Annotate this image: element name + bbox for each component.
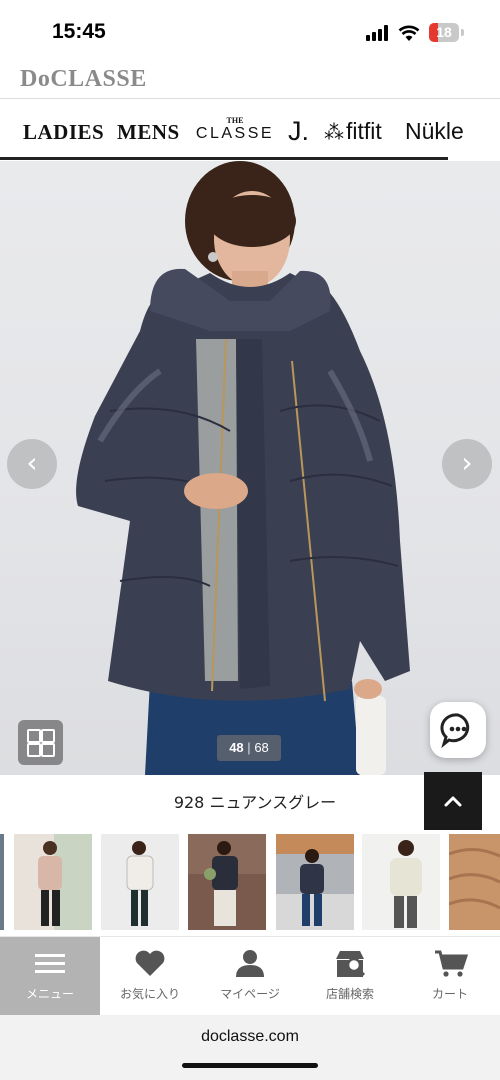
tab-store-search[interactable]: 店舗検索 [300,937,400,1015]
color-thumbnail[interactable] [0,834,4,930]
product-image-gallery[interactable]: ‹ › 48 | 68 [0,161,500,775]
tab-menu-label: メニュー [25,987,74,1001]
color-thumbnail[interactable] [362,834,440,930]
grid-view-button[interactable] [18,720,63,765]
scroll-to-top-button[interactable] [424,772,482,830]
brand-nav: LADIES MENS THE CLASSE J. ⁂fitfit Nükle [0,110,500,156]
brand-link-ladies[interactable]: LADIES [23,120,104,145]
gallery-prev-button[interactable]: ‹ [7,439,57,489]
tab-mypage-label: マイページ [220,987,280,1001]
product-photo [76,161,410,775]
brand-fitfit-label: fitfit [346,118,382,144]
person-icon [236,950,264,977]
color-thumbnail[interactable] [188,834,266,930]
color-thumbnail[interactable] [276,834,354,930]
image-counter-current: 48 [229,740,244,755]
image-counter: 48 | 68 [217,735,281,761]
heart-icon [135,950,165,976]
cart-icon [435,950,469,977]
battery-level: 18 [436,24,452,40]
brand-link-fitfit[interactable]: ⁂fitfit [324,118,382,145]
tab-favorites[interactable]: お気に入り [100,937,200,1015]
chevron-up-icon [444,796,462,807]
battery-icon: 18 [429,23,459,42]
tab-menu[interactable]: メニュー [0,937,100,1015]
chat-bubble-icon [440,713,470,749]
image-counter-separator: | [247,740,251,755]
color-thumbnail[interactable] [101,834,179,930]
tab-cart[interactable]: カート [400,937,500,1015]
header-divider [0,98,500,99]
runner-figure-icon: ⁂ [324,122,344,144]
tab-cart-label: カート [431,987,468,1001]
brand-nav-underline [0,157,448,160]
browser-url-bar[interactable]: doclasse.com [0,1015,500,1080]
chat-button[interactable] [430,702,486,758]
status-bar: 15:45 18 [0,0,500,62]
brand-link-the-classe[interactable]: THE CLASSE [194,116,276,143]
home-indicator[interactable] [182,1063,318,1068]
store-search-icon [336,951,366,977]
tab-store-search-label: 店舗検索 [325,987,374,1001]
image-counter-total: 68 [254,740,269,755]
bottom-tab-bar: メニュー お気に入り マイページ 店舗検索 カート [0,936,500,1015]
brand-link-mens[interactable]: MENS [117,120,180,145]
brand-the-label: THE [226,116,244,125]
brand-link-nukle[interactable]: Nükle [405,118,464,145]
color-thumbnail[interactable] [449,834,500,930]
site-logo[interactable]: DoCLASSE [20,66,147,93]
url-text: doclasse.com [201,1028,299,1045]
status-time: 15:45 [52,20,106,43]
tab-mypage[interactable]: マイページ [200,937,300,1015]
wifi-icon [398,25,420,41]
signal-icon [366,25,390,41]
brand-link-j[interactable]: J. [288,116,309,147]
tab-favorites-label: お気に入り [119,987,180,1001]
hamburger-menu-icon [35,954,65,973]
brand-classe-label: CLASSE [195,125,275,142]
color-thumbnail-strip [0,834,500,930]
color-thumbnail[interactable] [14,834,92,930]
gallery-next-button[interactable]: › [442,439,492,489]
